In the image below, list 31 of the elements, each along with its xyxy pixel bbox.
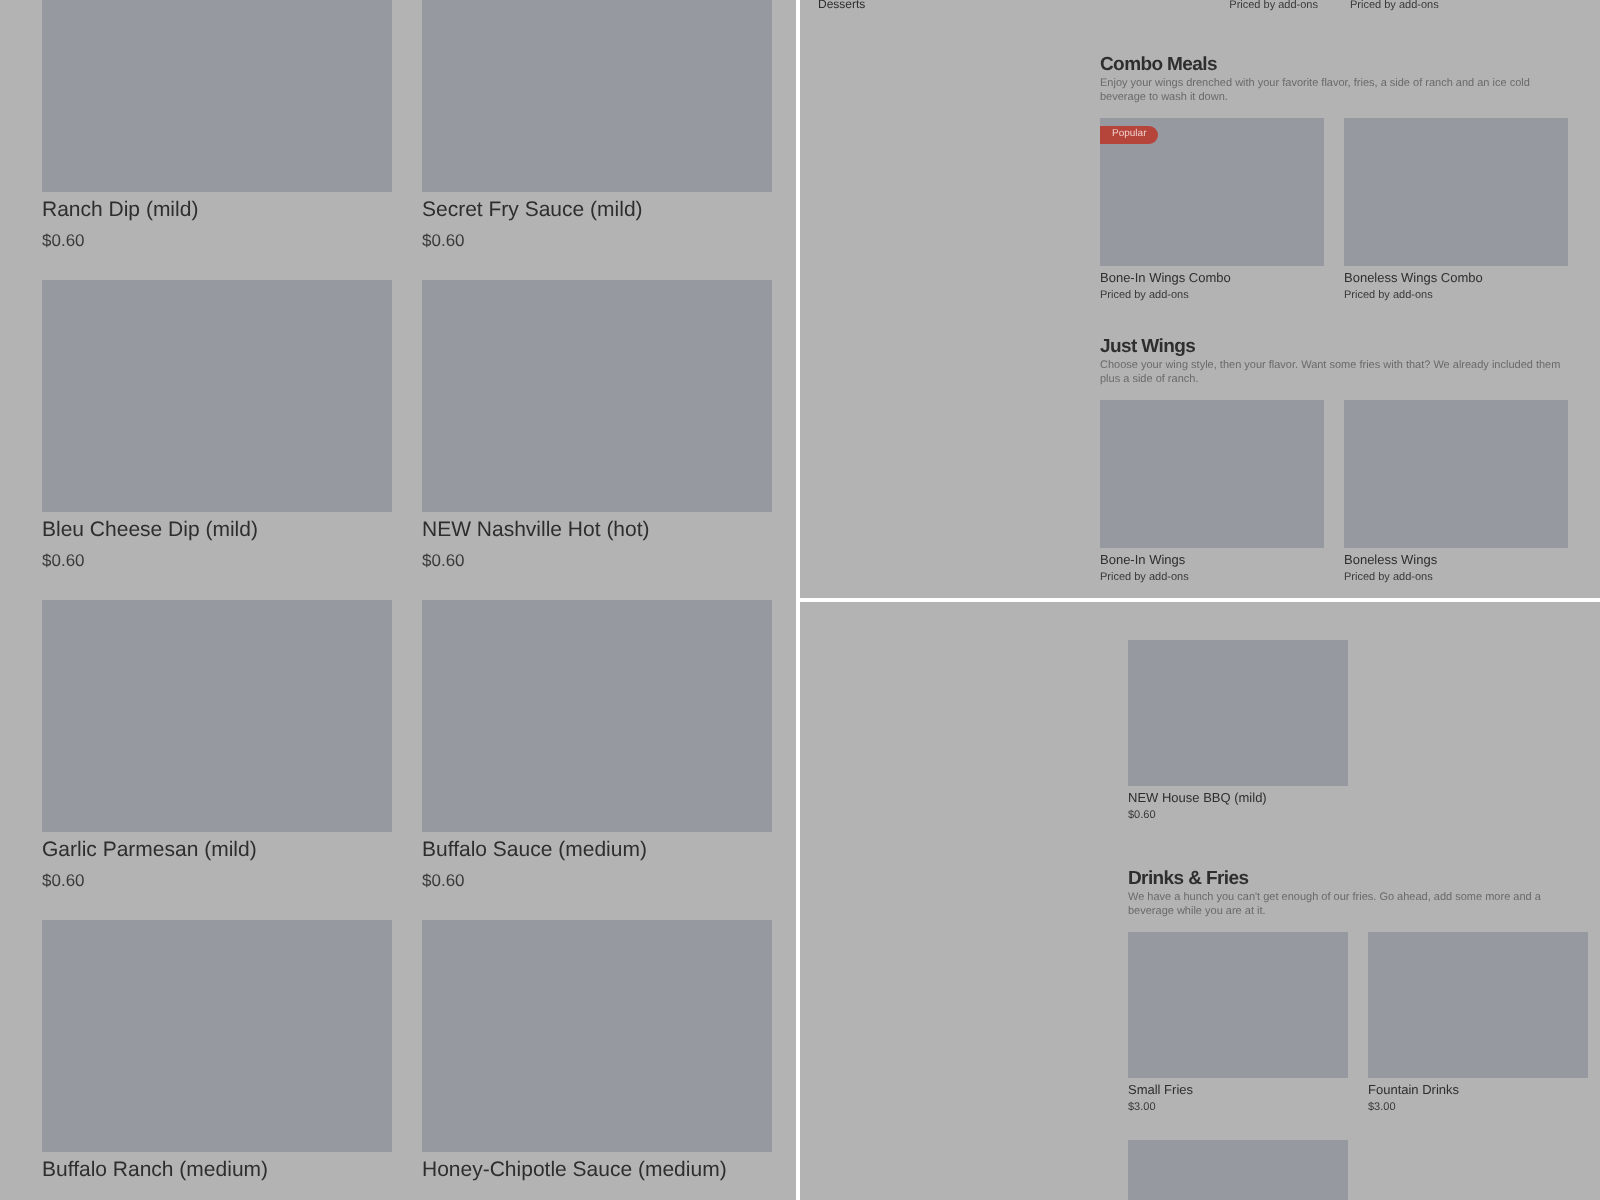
item-price: $0.60 (422, 230, 467, 252)
item-name: Honey-Chipotle Sauce (medium) (422, 1158, 729, 1184)
image-placeholder[interactable] (1368, 932, 1588, 1078)
image-placeholder[interactable] (422, 0, 772, 192)
item-name: Buffalo Sauce (medium) (422, 838, 649, 864)
item-name: Ranch Dip (mild) (42, 198, 201, 224)
image-placeholder[interactable] (1100, 400, 1324, 548)
item-name: Secret Fry Sauce (mild) (422, 198, 645, 224)
section-title: Just Wings (1100, 336, 1198, 358)
image-placeholder[interactable] (1128, 932, 1348, 1078)
image-placeholder[interactable] (1344, 118, 1568, 266)
image-placeholder[interactable] (42, 920, 392, 1152)
image-placeholder[interactable] (42, 600, 392, 832)
section-title: Drinks & Fries (1128, 868, 1251, 890)
image-placeholder[interactable] (1344, 400, 1568, 548)
item-name: Buffalo Ranch (medium) (42, 1158, 271, 1184)
image-placeholder[interactable] (42, 0, 392, 192)
item-price: $0.60 (422, 550, 467, 572)
section-title: Combo Meals (1100, 54, 1219, 76)
item-price: $0.60 (42, 870, 87, 892)
image-placeholder[interactable] (422, 920, 772, 1152)
item-price: $0.60 (42, 550, 87, 572)
item-name: Garlic Parmesan (mild) (42, 838, 259, 864)
image-placeholder[interactable] (1128, 640, 1348, 786)
item-price: $0.60 (422, 870, 467, 892)
image-placeholder[interactable] (422, 280, 772, 512)
item-name: NEW Nashville Hot (hot) (422, 518, 652, 544)
image-placeholder[interactable] (42, 280, 392, 512)
item-price: $0.60 (42, 230, 87, 252)
item-name: Bleu Cheese Dip (mild) (42, 518, 260, 544)
image-placeholder[interactable] (422, 600, 772, 832)
